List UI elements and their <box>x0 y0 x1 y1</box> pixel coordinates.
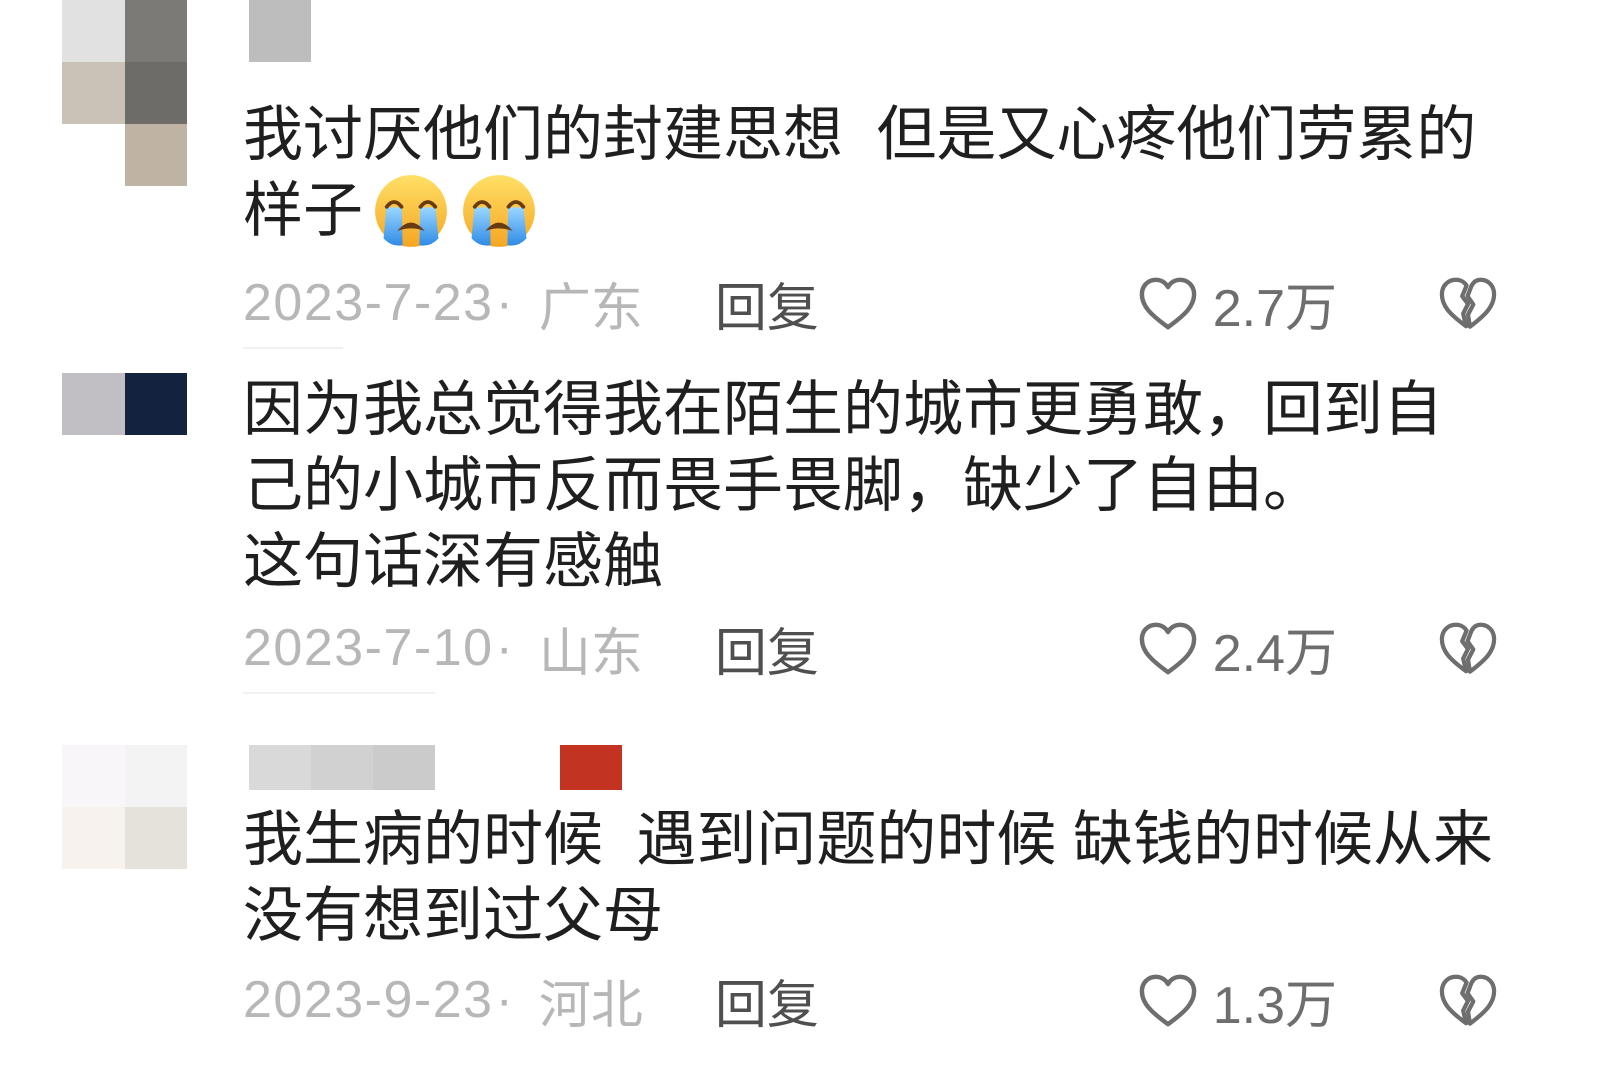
comment-line: 我讨厌他们的封建思想 但是又心疼他们劳累的 <box>243 101 1477 168</box>
username-mosaic-block <box>311 745 373 790</box>
username-mosaic-block <box>249 745 311 790</box>
reply-button[interactable]: 回复 <box>715 266 819 341</box>
avatar-mosaic-block <box>124 745 187 807</box>
broken-heart-icon <box>1437 274 1499 332</box>
comment-meta: 2023-7-23 · 广东 回复 <box>243 273 819 338</box>
broken-heart-icon <box>1437 971 1499 1029</box>
comment-text: 因为我总觉得我在陌生的城市更勇敢，回到自 己的小城市反而畏手畏脚，缺少了自由。 … <box>243 372 1543 600</box>
comment-line: 己的小城市反而畏手畏脚，缺少了自由。 <box>243 452 1323 519</box>
comment-line: 这句话深有感触 <box>243 528 663 595</box>
avatar-mosaic-block <box>62 0 125 62</box>
comment-date: 2023-9-23 <box>243 971 494 1029</box>
avatar-mosaic-block <box>62 373 125 435</box>
loudly-crying-face-icon <box>461 173 537 249</box>
like-button[interactable]: 2.7万 <box>1137 273 1337 338</box>
heart-outline-icon <box>1137 274 1199 332</box>
like-button[interactable]: 1.3万 <box>1137 970 1337 1035</box>
like-button[interactable]: 2.4万 <box>1137 618 1337 683</box>
avatar-mosaic-block <box>124 62 187 124</box>
comment-location: 河北 <box>538 976 643 1035</box>
dislike-button[interactable] <box>1436 970 1500 1030</box>
username-mosaic-block <box>373 745 435 790</box>
broken-heart-icon <box>1437 619 1499 677</box>
author-badge-redacted <box>560 745 622 790</box>
heart-outline-icon <box>1137 971 1199 1029</box>
heart-outline-icon <box>1137 619 1199 677</box>
comment-date: 2023-7-10 <box>243 619 494 677</box>
comment-list: 我讨厌他们的封建思想 但是又心疼他们劳累的 样子 2023-7-23 · 广东 回复 … <box>0 0 1613 1080</box>
divider <box>243 347 343 349</box>
username-mosaic-block <box>249 0 311 62</box>
avatar-mosaic-block <box>62 745 125 807</box>
like-count: 2.7万 <box>1212 279 1337 338</box>
like-count: 1.3万 <box>1212 976 1337 1035</box>
meta-separator: · <box>495 619 513 677</box>
meta-separator: · <box>495 274 513 332</box>
comment-location: 广东 <box>538 279 643 338</box>
comment-location: 山东 <box>538 624 643 683</box>
username-redacted[interactable] <box>249 745 435 790</box>
reply-button[interactable]: 回复 <box>715 963 819 1038</box>
divider <box>243 692 435 694</box>
comment-date: 2023-7-23 <box>243 274 494 332</box>
comment-meta: 2023-7-10 · 山东 回复 <box>243 618 819 683</box>
reply-button[interactable]: 回复 <box>715 611 819 686</box>
comment-meta: 2023-9-23 · 河北 回复 <box>243 970 819 1035</box>
comment-line: 没有想到过父母 <box>243 882 663 949</box>
like-count: 2.4万 <box>1212 624 1337 683</box>
avatar-mosaic-block <box>124 124 187 186</box>
avatar-mosaic-block <box>62 807 125 869</box>
loudly-crying-face-icon <box>373 173 449 249</box>
comment-text: 我讨厌他们的封建思想 但是又心疼他们劳累的 样子 <box>243 97 1543 249</box>
dislike-button[interactable] <box>1436 618 1500 678</box>
comment-line: 我生病的时候 遇到问题的时候 缺钱的时候从来 <box>243 806 1494 873</box>
avatar-mosaic-block <box>124 373 187 435</box>
avatar-mosaic-block <box>124 0 187 62</box>
avatar-mosaic-block <box>62 62 125 124</box>
comment-line-text: 样子 <box>243 177 363 244</box>
avatar-mosaic-block <box>124 807 187 869</box>
comment-text: 我生病的时候 遇到问题的时候 缺钱的时候从来 没有想到过父母 <box>243 802 1543 954</box>
avatar[interactable] <box>62 745 187 869</box>
comment-line: 因为我总觉得我在陌生的城市更勇敢，回到自 <box>243 376 1443 443</box>
avatar[interactable] <box>62 0 187 186</box>
comment-line: 样子 <box>243 173 1543 249</box>
avatar-mosaic-block <box>62 124 125 186</box>
username-redacted[interactable] <box>249 0 311 62</box>
avatar[interactable] <box>62 373 187 435</box>
meta-separator: · <box>495 971 513 1029</box>
dislike-button[interactable] <box>1436 273 1500 333</box>
